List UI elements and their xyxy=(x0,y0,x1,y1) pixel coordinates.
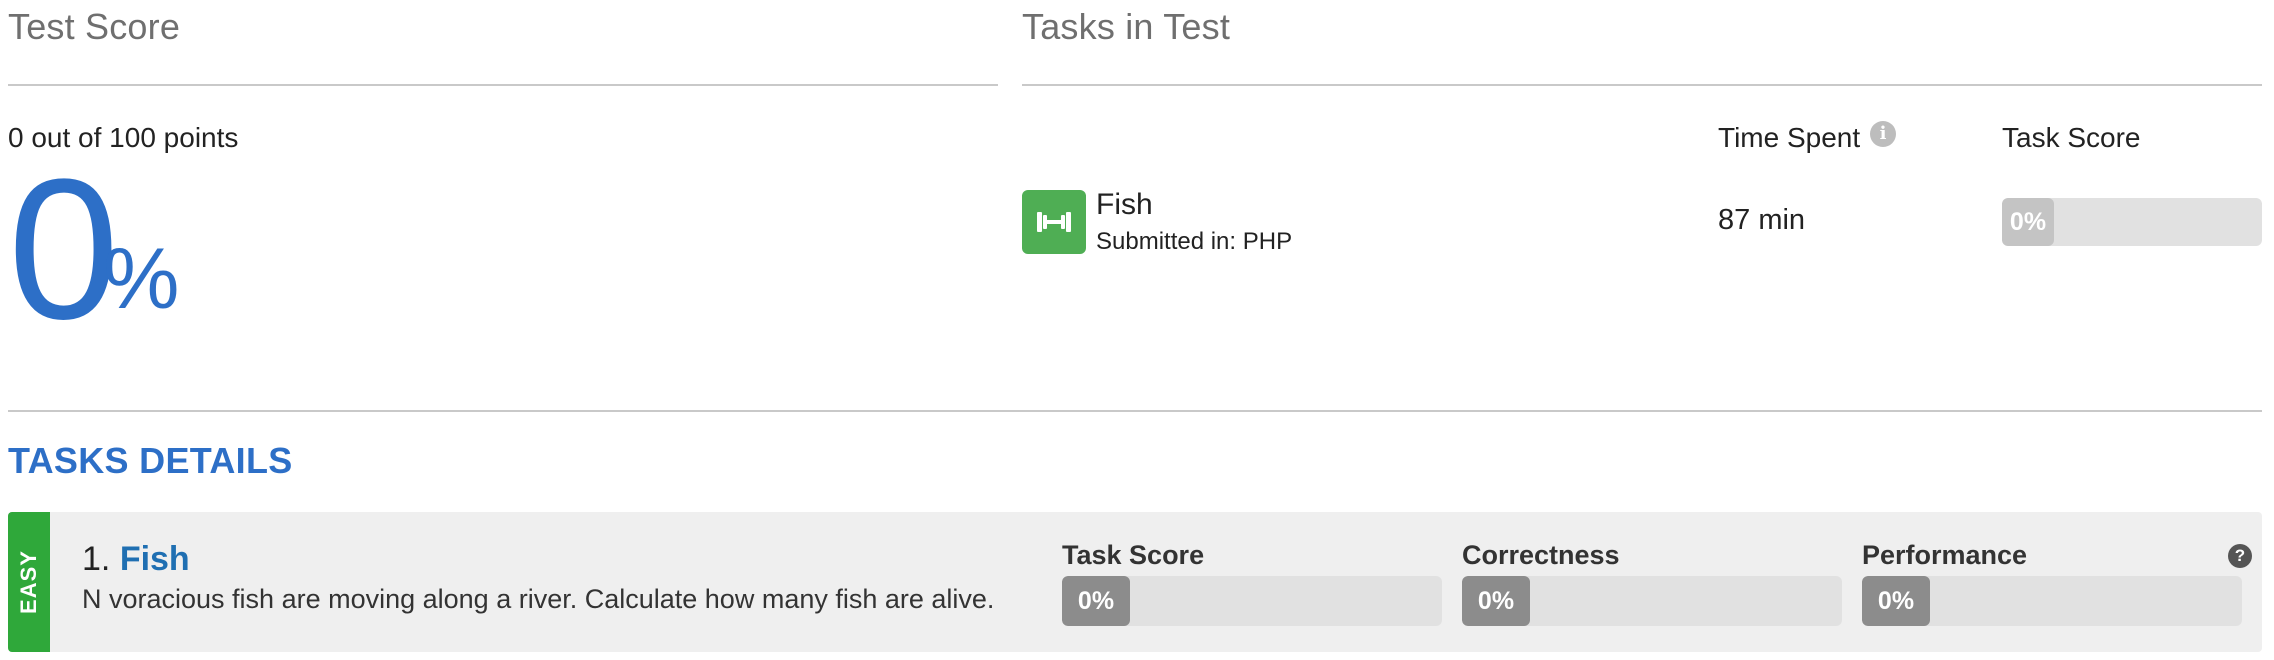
task-name[interactable]: Fish xyxy=(1096,188,1153,222)
task-score-header: Task Score xyxy=(2002,122,2141,153)
task-number: 1. xyxy=(82,540,111,578)
task-score-bar: 0% xyxy=(2002,198,2262,246)
total-score-unit: % xyxy=(103,231,180,327)
tasks-in-test-divider xyxy=(1022,84,2262,86)
metric-performance-label: Performance xyxy=(1862,540,2028,570)
tasks-details-heading: TASKS DETAILS xyxy=(8,440,293,481)
time-spent-value: 87 min xyxy=(1718,204,1806,236)
metric-correctness-bar: 0% xyxy=(1462,576,1842,626)
test-score-heading: Test Score xyxy=(8,6,181,47)
difficulty-badge: EASY xyxy=(8,512,50,652)
section-divider xyxy=(8,410,2262,412)
info-icon[interactable]: i xyxy=(1870,121,1896,147)
task-score-bar-label: 0% xyxy=(2002,198,2054,246)
metric-performance-bar: 0% xyxy=(1862,576,2242,626)
metric-task-score-value: 0% xyxy=(1062,576,1130,626)
task-detail-card: EASY 1. Fish N voracious fish are moving… xyxy=(8,512,2262,652)
test-score-divider xyxy=(8,84,998,86)
metric-correctness-value: 0% xyxy=(1462,576,1530,626)
tasks-in-test-heading: Tasks in Test xyxy=(1022,6,1231,47)
time-spent-header: Time Spent xyxy=(1718,122,1861,153)
task-detail-link[interactable]: Fish xyxy=(120,540,190,578)
question-icon[interactable]: ? xyxy=(2228,544,2252,568)
task-detail-title: 1. Fish xyxy=(82,540,190,579)
metric-task-score-label: Task Score xyxy=(1062,540,1205,570)
dumbbell-icon xyxy=(1022,190,1086,254)
metric-task-score-bar: 0% xyxy=(1062,576,1442,626)
metric-correctness-label: Correctness xyxy=(1462,540,1620,570)
task-description: N voracious fish are moving along a rive… xyxy=(82,584,995,614)
metric-performance-value: 0% xyxy=(1862,576,1930,626)
difficulty-label: EASY xyxy=(16,550,41,614)
task-submitted-language: Submitted in: PHP xyxy=(1096,228,1293,255)
